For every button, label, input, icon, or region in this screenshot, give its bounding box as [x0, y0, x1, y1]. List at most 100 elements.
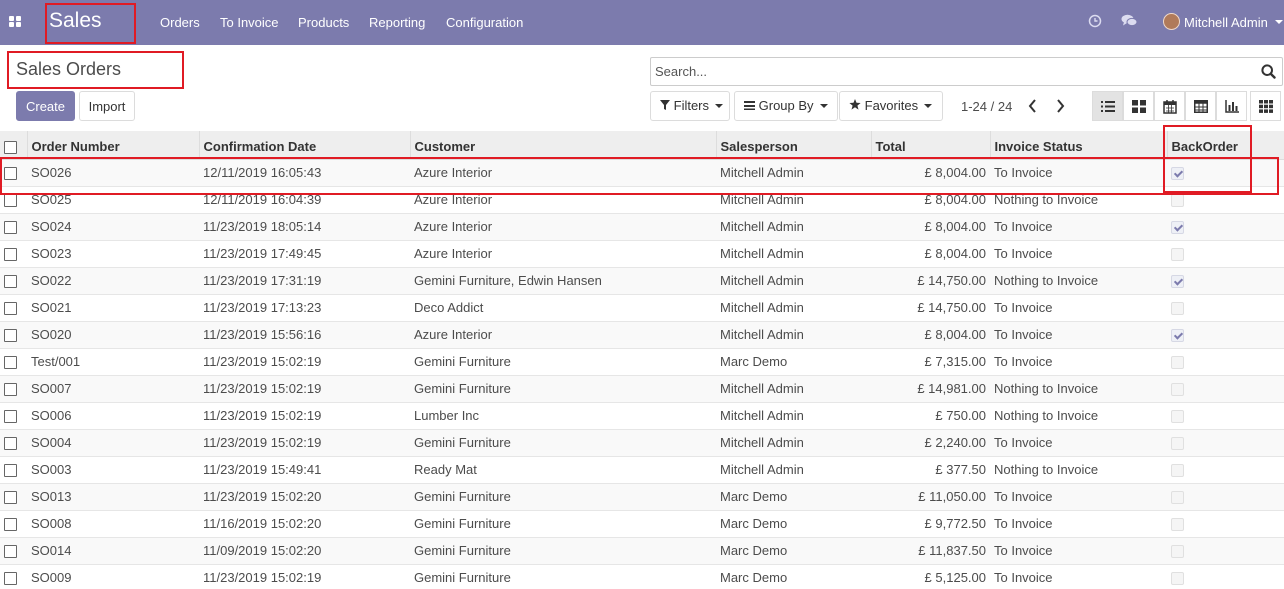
row-checkbox[interactable]	[4, 572, 17, 586]
menu-orders[interactable]: Orders	[160, 15, 200, 30]
salesperson-cell: Marc Demo	[716, 348, 871, 376]
filters-button[interactable]: Filters	[650, 91, 730, 121]
row-checkbox[interactable]	[4, 356, 17, 370]
row-checkbox[interactable]	[4, 248, 17, 262]
favorites-button[interactable]: Favorites	[839, 91, 943, 121]
avatar[interactable]	[1163, 13, 1180, 30]
table-row[interactable]: SO004 11/23/2019 15:02:19 Gemini Furniture…	[0, 429, 1284, 457]
kanban-view-icon	[1132, 100, 1146, 113]
row-select-cell[interactable]	[0, 348, 27, 376]
row-select-cell[interactable]	[0, 240, 27, 268]
pager-next-icon[interactable]	[1054, 98, 1066, 114]
pager-previous-icon[interactable]	[1027, 98, 1039, 114]
table-row[interactable]: SO003 11/23/2019 15:49:41 Ready Mat Mitchel…	[0, 456, 1284, 484]
table-row[interactable]: SO025 12/11/2019 16:04:39 Azure Interior Mi…	[0, 186, 1284, 214]
row-select-cell[interactable]	[0, 483, 27, 511]
table-row[interactable]: SO006 11/23/2019 15:02:19 Lumber Inc Mitche…	[0, 402, 1284, 430]
row-checkbox[interactable]	[4, 167, 17, 181]
total-cell: £ 9,772.50	[871, 510, 990, 538]
row-select-cell[interactable]	[0, 321, 27, 349]
row-checkbox[interactable]	[4, 437, 17, 451]
search-icon[interactable]	[1261, 64, 1276, 79]
view-kanban-button[interactable]	[1123, 91, 1154, 121]
row-select-cell[interactable]	[0, 402, 27, 430]
row-select-cell[interactable]	[0, 294, 27, 322]
pager-value[interactable]: 1-24 / 24	[961, 99, 1012, 114]
row-select-cell[interactable]	[0, 159, 27, 187]
menu-configuration[interactable]: Configuration	[446, 15, 523, 30]
order-number-cell: SO014	[27, 537, 199, 565]
table-row[interactable]: SO022 11/23/2019 17:31:19 Gemini Furniture…	[0, 267, 1284, 295]
table-row[interactable]: SO021 11/23/2019 17:13:23 Deco Addict Mitch…	[0, 294, 1284, 322]
invoice-status-cell: To Invoice	[990, 348, 1167, 376]
table-row[interactable]: SO026 12/11/2019 16:05:43 Azure Interior Mi…	[0, 159, 1284, 187]
row-checkbox[interactable]	[4, 491, 17, 505]
invoice-status-cell: To Invoice	[990, 213, 1167, 241]
invoice-status-cell: To Invoice	[990, 510, 1167, 538]
select-all-cell[interactable]	[0, 131, 28, 160]
table-row[interactable]: SO013 11/23/2019 15:02:20 Gemini Furniture…	[0, 483, 1284, 511]
groupby-button[interactable]: Group By	[734, 91, 838, 121]
table-row[interactable]: SO024 11/23/2019 18:05:14 Azure Interior Mi…	[0, 213, 1284, 241]
view-list-button[interactable]	[1092, 91, 1123, 121]
row-checkbox[interactable]	[4, 221, 17, 235]
grid-view-icon	[1259, 100, 1273, 113]
row-select-cell[interactable]	[0, 186, 27, 214]
column-order-number[interactable]: Order Number	[27, 131, 200, 160]
row-checkbox[interactable]	[4, 275, 17, 289]
user-caret-icon[interactable]	[1275, 20, 1283, 24]
invoice-status-cell: To Invoice	[990, 483, 1167, 511]
row-checkbox[interactable]	[4, 518, 17, 532]
user-name[interactable]: Mitchell Admin	[1184, 15, 1268, 30]
column-invoice-status[interactable]: Invoice Status	[990, 131, 1168, 160]
table-row[interactable]: SO020 11/23/2019 15:56:16 Azure Interior Mi…	[0, 321, 1284, 349]
select-all-checkbox[interactable]	[4, 140, 17, 154]
row-select-cell[interactable]	[0, 267, 27, 295]
row-select-cell[interactable]	[0, 456, 27, 484]
table-row[interactable]: SO008 11/16/2019 15:02:20 Gemini Furniture…	[0, 510, 1284, 538]
row-checkbox[interactable]	[4, 464, 17, 478]
row-select-cell[interactable]	[0, 537, 27, 565]
view-grid-button[interactable]	[1250, 91, 1281, 121]
menu-to-invoice[interactable]: To Invoice	[220, 15, 279, 30]
row-checkbox[interactable]	[4, 329, 17, 343]
column-customer[interactable]: Customer	[410, 131, 717, 160]
column-total[interactable]: Total	[871, 131, 991, 160]
view-pivot-button[interactable]	[1185, 91, 1216, 121]
row-select-cell[interactable]	[0, 429, 27, 457]
total-cell: £ 377.50	[871, 456, 990, 484]
column-confirmation-date[interactable]: Confirmation Date	[199, 131, 411, 160]
import-button[interactable]: Import	[79, 91, 135, 121]
invoice-status-cell: Nothing to Invoice	[990, 402, 1167, 430]
order-number-cell: Test/001	[27, 348, 199, 376]
table-row[interactable]: SO023 11/23/2019 17:49:45 Azure Interior Mi…	[0, 240, 1284, 268]
table-row[interactable]: SO014 11/09/2019 15:02:20 Gemini Furniture…	[0, 537, 1284, 565]
backorder-checkbox	[1171, 356, 1184, 370]
row-select-cell[interactable]	[0, 213, 27, 241]
menu-products[interactable]: Products	[298, 15, 349, 30]
row-checkbox[interactable]	[4, 383, 17, 397]
column-salesperson[interactable]: Salesperson	[716, 131, 872, 160]
search-input[interactable]	[655, 64, 1245, 79]
clock-icon[interactable]	[1088, 14, 1102, 28]
row-checkbox[interactable]	[4, 302, 17, 316]
row-select-cell[interactable]	[0, 510, 27, 538]
menu-reporting[interactable]: Reporting	[369, 15, 425, 30]
row-select-cell[interactable]	[0, 564, 27, 589]
row-checkbox[interactable]	[4, 545, 17, 559]
create-button[interactable]: Create	[16, 91, 75, 121]
chat-icon[interactable]	[1121, 14, 1138, 28]
view-graph-button[interactable]	[1216, 91, 1247, 121]
order-number-cell: SO022	[27, 267, 199, 295]
column-backorder[interactable]: BackOrder	[1167, 131, 1284, 160]
view-calendar-button[interactable]	[1154, 91, 1185, 121]
table-row[interactable]: SO009 11/23/2019 15:02:19 Gemini Furniture…	[0, 564, 1284, 589]
app-name[interactable]: Sales	[49, 9, 102, 33]
row-select-cell[interactable]	[0, 375, 27, 403]
table-row[interactable]: Test/001 11/23/2019 15:02:19 Gemini Furnit…	[0, 348, 1284, 376]
row-checkbox[interactable]	[4, 194, 17, 208]
order-number-cell: SO007	[27, 375, 199, 403]
row-checkbox[interactable]	[4, 410, 17, 424]
apps-grid-icon[interactable]	[9, 16, 22, 28]
table-row[interactable]: SO007 11/23/2019 15:02:19 Gemini Furniture…	[0, 375, 1284, 403]
